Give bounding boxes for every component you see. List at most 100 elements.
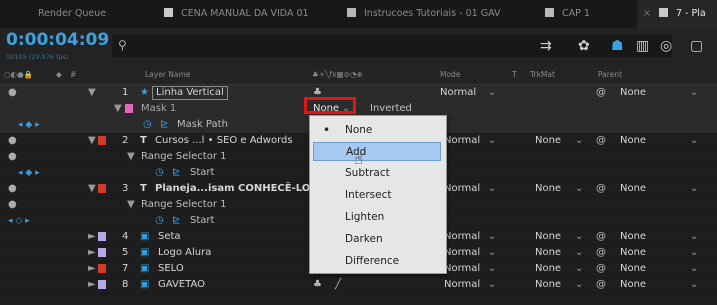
chevron-down-icon[interactable]: ⌄ [488, 229, 496, 245]
collapse-twirl-icon[interactable]: ► [88, 245, 96, 261]
tab-active-composition[interactable]: × 7 - Pla [637, 0, 717, 28]
blend-mode-select[interactable]: Normal [444, 229, 480, 245]
current-time-display[interactable]: 0:00:04:09 [6, 30, 109, 50]
chevron-down-icon[interactable]: ⌄ [690, 277, 698, 293]
chevron-down-icon[interactable]: ⌄ [690, 181, 698, 197]
graph-editor-icon[interactable]: ▢ [690, 38, 703, 54]
chevron-down-icon[interactable]: ⌄ [575, 229, 583, 245]
draft-3d-icon[interactable]: ✿ [578, 38, 590, 54]
trkmat-select[interactable]: None [535, 181, 561, 197]
blend-mode-select[interactable]: Normal [444, 133, 480, 149]
collapse-twirl-icon[interactable]: ► [88, 277, 96, 293]
chevron-down-icon[interactable]: ⌄ [488, 85, 496, 101]
chevron-down-icon[interactable]: ⌄ [690, 133, 698, 149]
pickwhip-icon[interactable]: @ [596, 85, 606, 101]
parent-select[interactable]: None [620, 261, 646, 277]
stopwatch-icon[interactable]: ◷ [155, 213, 164, 229]
layer-name[interactable]: GAVETAO [158, 277, 205, 293]
label-color-swatch[interactable] [98, 264, 106, 273]
chevron-down-icon[interactable]: ⌄ [488, 261, 496, 277]
menu-item-add[interactable]: Add [313, 142, 441, 161]
shy-switch-icon[interactable]: ♣ [313, 277, 322, 293]
blend-mode-select[interactable]: Normal [444, 181, 480, 197]
layer-name[interactable]: SELO [158, 261, 184, 277]
label-color-swatch[interactable] [98, 280, 106, 289]
visibility-eye-icon[interactable]: ● [8, 85, 17, 101]
layer-row[interactable]: ► 8 ▣ GAVETAO ♣ ╱ Normal ⌄ None ⌄ @ None… [0, 277, 717, 294]
motion-blur-icon[interactable]: ◎ [660, 38, 672, 54]
layer-name[interactable]: Cursos ...l • SEO e Adwords [155, 133, 293, 149]
pickwhip-icon[interactable]: @ [596, 261, 606, 277]
tab-render-queue[interactable]: Render Queue [38, 0, 106, 28]
chevron-down-icon[interactable]: ⌄ [690, 261, 698, 277]
parent-select[interactable]: None [620, 85, 646, 101]
parent-header[interactable]: Parent [598, 70, 622, 79]
chevron-down-icon[interactable]: ⌄ [690, 229, 698, 245]
menu-item-lighten[interactable]: Lighten [313, 208, 441, 227]
label-color-swatch[interactable] [98, 136, 106, 145]
mode-header[interactable]: Mode [440, 70, 460, 79]
trkmat-header[interactable]: TrkMat [530, 70, 555, 79]
expand-twirl-icon[interactable]: ▼ [88, 85, 96, 101]
parent-select[interactable]: None [620, 245, 646, 261]
parent-select[interactable]: None [620, 277, 646, 293]
menu-item-none[interactable]: • None [313, 121, 441, 140]
trkmat-select[interactable]: None [535, 229, 561, 245]
blend-mode-select[interactable]: Normal [444, 261, 480, 277]
expand-twirl-icon[interactable]: ▼ [114, 101, 122, 117]
chevron-down-icon[interactable]: ⌄ [488, 277, 496, 293]
chevron-down-icon[interactable]: ⌄ [575, 277, 583, 293]
menu-item-darken[interactable]: Darken [313, 230, 441, 249]
label-color-swatch[interactable] [98, 232, 106, 241]
collapse-twirl-icon[interactable]: ► [88, 261, 96, 277]
chevron-down-icon[interactable]: ⌄ [575, 181, 583, 197]
visibility-eye-icon[interactable]: ● [8, 197, 17, 213]
layer-name[interactable]: Logo Alura [158, 245, 211, 261]
mask-name[interactable]: Mask 1 [141, 101, 176, 117]
chevron-down-icon[interactable]: ⌄ [488, 181, 496, 197]
label-color-swatch[interactable] [98, 88, 106, 97]
comp-mini-flowchart-icon[interactable]: ⇉ [540, 38, 552, 54]
collapse-twirl-icon[interactable]: ► [88, 229, 96, 245]
pickwhip-icon[interactable]: @ [596, 277, 606, 293]
layer-name[interactable]: Linha Vertical [152, 86, 228, 100]
chevron-down-icon[interactable]: ⌄ [690, 85, 698, 101]
keyframe-navigator-icon[interactable]: ◂ ◆ ▸ [18, 165, 40, 181]
parent-select[interactable]: None [620, 181, 646, 197]
stopwatch-icon[interactable]: ◷ [155, 165, 164, 181]
keyframe-navigator-icon[interactable]: ◂ ◇ ▸ [8, 213, 30, 229]
pickwhip-icon[interactable]: @ [596, 229, 606, 245]
expand-twirl-icon[interactable]: ▼ [88, 133, 96, 149]
trkmat-select[interactable]: None [535, 261, 561, 277]
pickwhip-icon[interactable]: @ [596, 133, 606, 149]
menu-item-difference[interactable]: Difference [313, 252, 441, 271]
layer-name-header[interactable]: Layer Name [145, 70, 190, 79]
layer-name[interactable]: Planeja...isam CONHECÊ-LO! [155, 181, 315, 197]
keyframe-navigator-icon[interactable]: ◂ ◆ ▸ [18, 117, 40, 133]
frame-blending-icon[interactable]: ▥ [636, 38, 649, 54]
close-icon[interactable]: × [643, 8, 651, 19]
chevron-down-icon[interactable]: ⌄ [488, 245, 496, 261]
trkmat-select[interactable]: None [535, 245, 561, 261]
stopwatch-icon[interactable]: ◷ [143, 117, 152, 133]
chevron-down-icon[interactable]: ⌄ [575, 245, 583, 261]
menu-item-intersect[interactable]: Intersect [313, 186, 441, 205]
layer-row[interactable]: ● ▼ 1 ★ Linha Vertical ♣ Normal ⌄ @ None… [0, 85, 717, 102]
chevron-down-icon[interactable]: ⌄ [575, 133, 583, 149]
visibility-eye-icon[interactable]: ● [8, 181, 17, 197]
expand-twirl-icon[interactable]: ▼ [127, 149, 135, 165]
tab-cap1[interactable]: CAP 1 [545, 0, 590, 28]
parent-select[interactable]: None [620, 229, 646, 245]
label-color-swatch[interactable] [98, 248, 106, 257]
parent-select[interactable]: None [620, 133, 646, 149]
pickwhip-icon[interactable]: @ [596, 181, 606, 197]
expand-twirl-icon[interactable]: ▼ [127, 197, 135, 213]
tab-instrucoes[interactable]: Instrucoes Tutoriais - 01 GAV [347, 0, 500, 28]
quality-switch-icon[interactable]: ╱ [335, 277, 341, 293]
trkmat-select[interactable]: None [535, 277, 561, 293]
tab-cena-manual[interactable]: CENA MANUAL DA VIDA 01 [164, 0, 309, 28]
expand-twirl-icon[interactable]: ▼ [88, 181, 96, 197]
layer-name[interactable]: Seta [158, 229, 181, 245]
trkmat-select[interactable]: None [535, 133, 561, 149]
menu-item-subtract[interactable]: Subtract [313, 164, 441, 183]
